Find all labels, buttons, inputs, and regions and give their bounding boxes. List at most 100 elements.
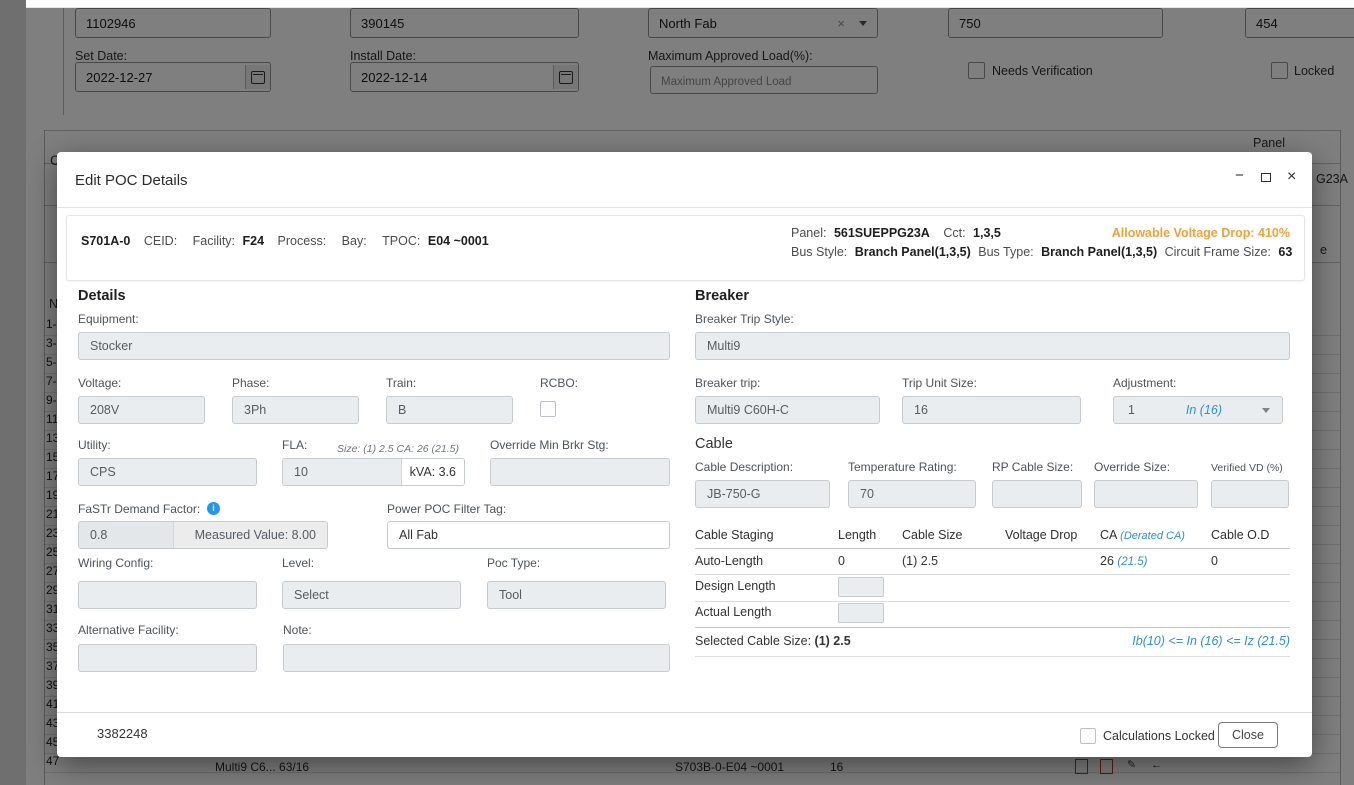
header-divider (57, 207, 1312, 208)
utility-label: Utility: (78, 438, 111, 452)
trip-unit-size-input[interactable] (902, 396, 1081, 424)
close-button[interactable]: Close (1218, 722, 1278, 748)
calculations-locked-label: Calculations Locked (1103, 729, 1215, 743)
adjustment-in-value: In (16) (1146, 403, 1262, 417)
rcbo-label: RCBO: (540, 376, 578, 390)
poc-info-bar: S701A-0 CEID: Facility: F24 Process: Bay… (66, 215, 1305, 281)
chevron-down-icon[interactable] (1262, 408, 1270, 413)
cct-value: 1,3,5 (973, 226, 1001, 240)
train-label: Train: (386, 376, 416, 390)
staging-col-voltage-drop: Voltage Drop (1005, 528, 1077, 542)
staging-bottom-divider (695, 627, 1290, 628)
power-poc-filter-input[interactable] (387, 521, 670, 549)
selected-row-divider (695, 656, 1290, 657)
override-size-label: Override Size: (1094, 460, 1170, 474)
edit-poc-details-dialog: Edit POC Details − × S701A-0 CEID: Facil… (57, 152, 1312, 757)
verified-vd-input[interactable] (1211, 480, 1289, 508)
auto-length-value: 0 (838, 554, 845, 568)
override-size-input[interactable] (1094, 480, 1198, 508)
note-label: Note: (283, 623, 312, 637)
voltage-label: Voltage: (78, 376, 121, 390)
maximize-icon[interactable] (1261, 173, 1271, 182)
auto-od-value: 0 (1211, 554, 1218, 568)
design-length-input[interactable] (838, 577, 884, 597)
breaker-trip-style-input[interactable] (695, 332, 1290, 360)
fla-group: 10 kVA: 3.6 (282, 458, 465, 486)
process-label: Process: (278, 234, 327, 248)
staging-row-divider (695, 574, 1290, 575)
phase-input[interactable] (232, 396, 359, 424)
breaker-trip-input[interactable] (695, 396, 880, 424)
equipment-input[interactable] (78, 332, 670, 360)
actual-length-input[interactable] (838, 603, 884, 623)
train-input[interactable] (386, 396, 513, 424)
utility-input[interactable] (78, 458, 257, 486)
wiring-config-input[interactable] (78, 581, 257, 609)
bus-style-label: Bus Style: (791, 245, 847, 259)
fastr-demand-label: FaSTr Demand Factor: (78, 502, 200, 516)
cable-formula: Ib(10) <= In (16) <= Iz (21.5) (695, 634, 1290, 648)
fastr-group: 0.8 Measured Value: 8.00 (78, 521, 328, 549)
power-poc-filter-label: Power POC Filter Tag: (387, 502, 506, 516)
auto-derated-ca-value: (21.5) (1117, 556, 1147, 568)
fla-size-note: Size: (1) 2.5 CA: 26 (21.5) (337, 443, 459, 455)
adjustment-select[interactable]: 1 In (16) (1113, 396, 1283, 424)
rcbo-checkbox[interactable] (540, 401, 556, 417)
adjustment-value: 1 (1114, 397, 1146, 423)
poc-type-input[interactable] (487, 581, 666, 609)
tpoc-value: E04 ~0001 (428, 234, 489, 248)
temperature-rating-label: Temperature Rating: (848, 460, 957, 474)
wiring-config-label: Wiring Config: (78, 556, 153, 570)
details-heading: Details (78, 288, 126, 304)
fla-input[interactable]: 10 (283, 459, 402, 485)
trip-unit-size-label: Trip Unit Size: (902, 376, 977, 390)
panel-info-line2: Bus Style: Branch Panel(1,3,5) Bus Type:… (791, 245, 1302, 259)
dialog-title: Edit POC Details (75, 172, 188, 189)
facility-label: Facility: (193, 234, 235, 248)
staging-header-divider (695, 548, 1290, 549)
breaker-trip-label: Breaker trip: (695, 376, 760, 390)
design-length-label: Design Length (695, 579, 776, 593)
bus-type-value: Branch Panel(1,3,5) (1041, 245, 1157, 259)
cable-description-input[interactable] (695, 480, 830, 508)
fastr-input[interactable]: 0.8 (79, 522, 174, 548)
cable-description-label: Cable Description: (695, 460, 793, 474)
actual-length-label: Actual Length (695, 605, 771, 619)
bus-type-label: Bus Type: (978, 245, 1033, 259)
breaker-trip-style-label: Breaker Trip Style: (695, 312, 794, 326)
screen: North Fab × Set Date: Install Date: Maxi… (0, 0, 1354, 785)
level-label: Level: (282, 556, 314, 570)
tpoc-label: TPOC: (382, 234, 420, 248)
calculations-locked-checkbox[interactable] (1080, 728, 1096, 744)
cct-label: Cct: (943, 226, 965, 240)
bus-style-value: Branch Panel(1,3,5) (855, 245, 971, 259)
staging-row-divider (695, 601, 1290, 602)
staging-col-derated-ca: (Derated CA) (1120, 530, 1185, 542)
rp-cable-size-label: RP Cable Size: (992, 460, 1073, 474)
circuit-frame-value: 63 (1278, 245, 1292, 259)
override-min-brkr-input[interactable] (490, 458, 670, 486)
minimize-icon[interactable]: − (1235, 169, 1244, 183)
alternative-facility-input[interactable] (78, 644, 257, 672)
facility-value: F24 (243, 234, 265, 248)
verified-vd-label: Verified VD (%) (1211, 462, 1283, 474)
phase-label: Phase: (232, 376, 269, 390)
alternative-facility-label: Alternative Facility: (78, 623, 179, 637)
staging-col-length: Length (838, 528, 876, 542)
staging-col-od: Cable O.D (1211, 528, 1269, 542)
rp-cable-size-input[interactable] (992, 480, 1082, 508)
info-icon[interactable]: i (207, 502, 220, 515)
auto-ca-value: 26 (21.5) (1100, 554, 1147, 568)
measured-value: Measured Value: 8.00 (174, 522, 327, 548)
breaker-heading: Breaker (695, 288, 749, 304)
allowable-voltage-drop: Allowable Voltage Drop: 410% (1112, 226, 1290, 240)
bay-label: Bay: (342, 234, 367, 248)
staging-col-staging: Cable Staging (695, 528, 774, 542)
close-icon[interactable]: × (1287, 170, 1296, 184)
level-input[interactable] (282, 581, 461, 609)
note-input[interactable] (283, 644, 670, 672)
panel-label: Panel: (791, 226, 826, 240)
voltage-input[interactable] (78, 396, 205, 424)
auto-length-label: Auto-Length (695, 554, 763, 568)
temperature-rating-input[interactable] (848, 480, 976, 508)
